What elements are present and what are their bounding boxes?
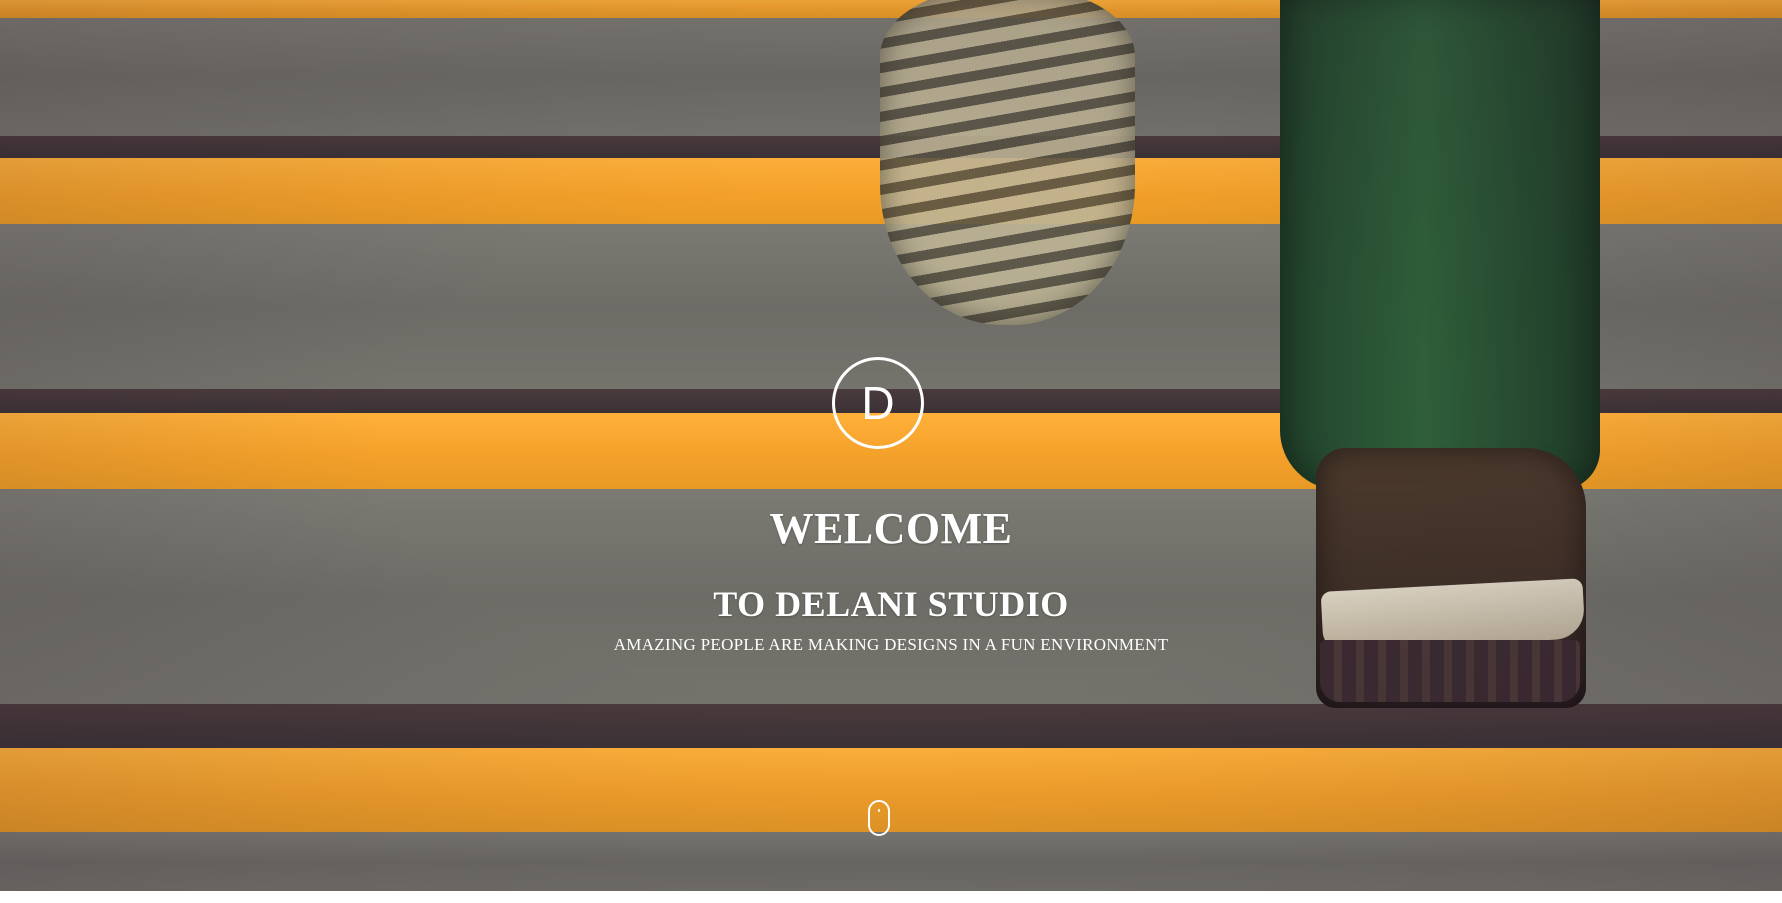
scroll-wheel-dot	[878, 809, 880, 812]
logo-letter: D	[861, 377, 895, 429]
hero-tagline: AMAZING PEOPLE ARE MAKING DESIGNS IN A F…	[613, 635, 1169, 654]
mouse-scroll-icon[interactable]	[868, 800, 890, 836]
logo-icon[interactable]: D	[832, 357, 924, 449]
hero-title: WELCOME	[769, 504, 1013, 553]
hero-subtitle: TO DELANI STUDIO	[713, 584, 1069, 624]
hero-content: D WELCOME TO DELANI STUDIO AMAZING PEOPL…	[0, 0, 1782, 891]
hero-section: D WELCOME TO DELANI STUDIO AMAZING PEOPL…	[0, 0, 1782, 891]
